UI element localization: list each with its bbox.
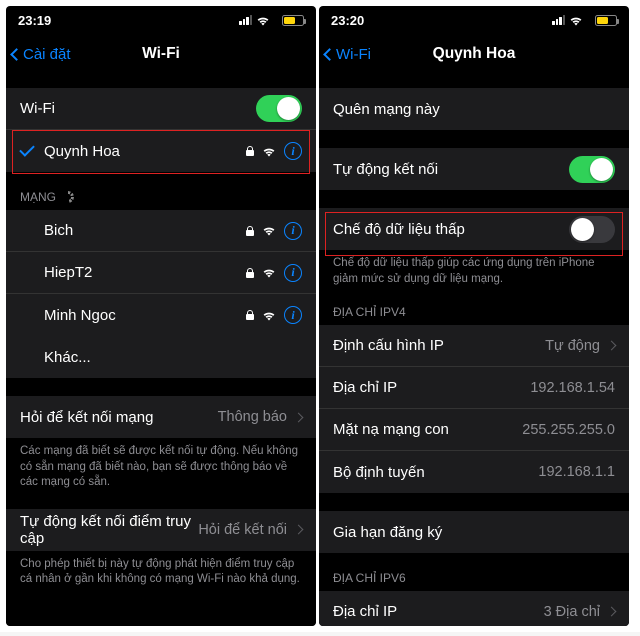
wifi-signal-icon <box>262 267 276 278</box>
nav-bar: Wi-Fi Quynh Hoa <box>319 34 629 74</box>
screen-wifi-list: 23:19 Cài đặt Wi-Fi Wi-Fi <box>6 6 316 626</box>
lock-icon <box>246 226 254 236</box>
wifi-toggle[interactable] <box>256 95 302 122</box>
wifi-signal-icon <box>262 310 276 321</box>
forget-network-row[interactable]: Quên mạng này <box>319 88 629 130</box>
forget-label: Quên mạng này <box>333 101 615 118</box>
chevron-right-icon <box>294 525 304 535</box>
lock-icon <box>246 268 254 278</box>
auto-hotspot-row[interactable]: Tự động kết nối điểm truy cập Hỏi để kết… <box>6 509 316 551</box>
other-label: Khác... <box>44 349 302 366</box>
screen-wifi-detail: 23:20 Wi-Fi Quynh Hoa Quên mạng này <box>319 6 629 626</box>
ip-address-row: Địa chỉ IP 192.168.1.54 <box>319 367 629 409</box>
network-row[interactable]: Bich i <box>6 210 316 252</box>
network-name: Quynh Hoa <box>44 143 246 160</box>
auto-join-row: Tự động kết nối <box>319 148 629 190</box>
battery-icon <box>595 15 617 26</box>
ask-join-footer: Các mạng đã biết sẽ được kết nối tự động… <box>6 438 316 491</box>
wifi-toggle-label: Wi-Fi <box>20 100 256 117</box>
wifi-master-toggle-row: Wi-Fi <box>6 88 316 130</box>
back-button[interactable]: Cài đặt <box>6 46 71 63</box>
lock-icon <box>246 146 254 156</box>
auto-join-label: Tự động kết nối <box>333 161 569 178</box>
connected-network-row[interactable]: Quynh Hoa i <box>6 130 316 172</box>
configure-ip-row[interactable]: Định cấu hình IP Tự động <box>319 325 629 367</box>
chevron-right-icon <box>294 412 304 422</box>
other-network-row[interactable]: Khác... <box>6 336 316 378</box>
back-button[interactable]: Wi-Fi <box>319 46 371 63</box>
info-button[interactable]: i <box>284 222 302 240</box>
hotspot-value: Hỏi để kết nối <box>198 522 287 538</box>
low-data-toggle[interactable] <box>569 216 615 243</box>
status-bar: 23:20 <box>319 6 629 34</box>
network-name: Bich <box>44 222 246 239</box>
low-data-label: Chế độ dữ liệu thấp <box>333 221 569 238</box>
network-name: HiepT2 <box>44 264 246 281</box>
ask-to-join-row[interactable]: Hỏi để kết nối mạng Thông báo <box>6 396 316 438</box>
router-row: Bộ định tuyến 192.168.1.1 <box>319 451 629 493</box>
subnet-mask-row: Mặt nạ mạng con 255.255.255.0 <box>319 409 629 451</box>
status-bar: 23:19 <box>6 6 316 34</box>
checkmark-icon <box>19 141 35 157</box>
auto-join-toggle[interactable] <box>569 156 615 183</box>
cellular-icon <box>552 15 565 25</box>
chevron-right-icon <box>607 607 617 617</box>
hotspot-label: Tự động kết nối điểm truy cập <box>20 513 198 547</box>
wifi-status-icon <box>569 15 583 26</box>
section-header-ipv4: ĐỊA CHỈ IPV4 <box>319 305 629 325</box>
nav-bar: Cài đặt Wi-Fi <box>6 34 316 74</box>
lock-icon <box>246 310 254 320</box>
spinner-icon <box>62 191 74 203</box>
cellular-icon <box>239 15 252 25</box>
renew-lease-row[interactable]: Gia hạn đăng ký <box>319 511 629 553</box>
network-row[interactable]: Minh Ngoc i <box>6 294 316 336</box>
wifi-signal-icon <box>262 225 276 236</box>
status-time: 23:20 <box>331 13 364 28</box>
status-time: 23:19 <box>18 13 51 28</box>
network-name: Minh Ngoc <box>44 307 246 324</box>
low-data-footer: Chế độ dữ liệu thấp giúp các ứng dụng tr… <box>319 250 629 287</box>
info-button[interactable]: i <box>284 306 302 324</box>
info-button[interactable]: i <box>284 264 302 282</box>
wifi-signal-icon <box>262 146 276 157</box>
wifi-status-icon <box>256 15 270 26</box>
ask-join-label: Hỏi để kết nối mạng <box>20 409 218 426</box>
section-header-ipv6: ĐỊA CHỈ IPV6 <box>319 571 629 591</box>
back-label: Cài đặt <box>23 46 71 63</box>
chevron-left-icon <box>10 48 23 61</box>
battery-icon <box>282 15 304 26</box>
info-button[interactable]: i <box>284 142 302 160</box>
ipv6-address-row[interactable]: Địa chỉ IP 3 Địa chỉ <box>319 591 629 626</box>
hotspot-footer: Cho phép thiết bị này tự động phát hiện … <box>6 551 316 588</box>
network-row[interactable]: HiepT2 i <box>6 252 316 294</box>
ask-join-value: Thông báo <box>218 409 287 425</box>
chevron-left-icon <box>323 48 336 61</box>
low-data-row: Chế độ dữ liệu thấp <box>319 208 629 250</box>
section-header-networks: MẠNG <box>6 190 316 210</box>
chevron-right-icon <box>607 341 617 351</box>
back-label: Wi-Fi <box>336 46 371 63</box>
renew-label: Gia hạn đăng ký <box>333 524 615 541</box>
